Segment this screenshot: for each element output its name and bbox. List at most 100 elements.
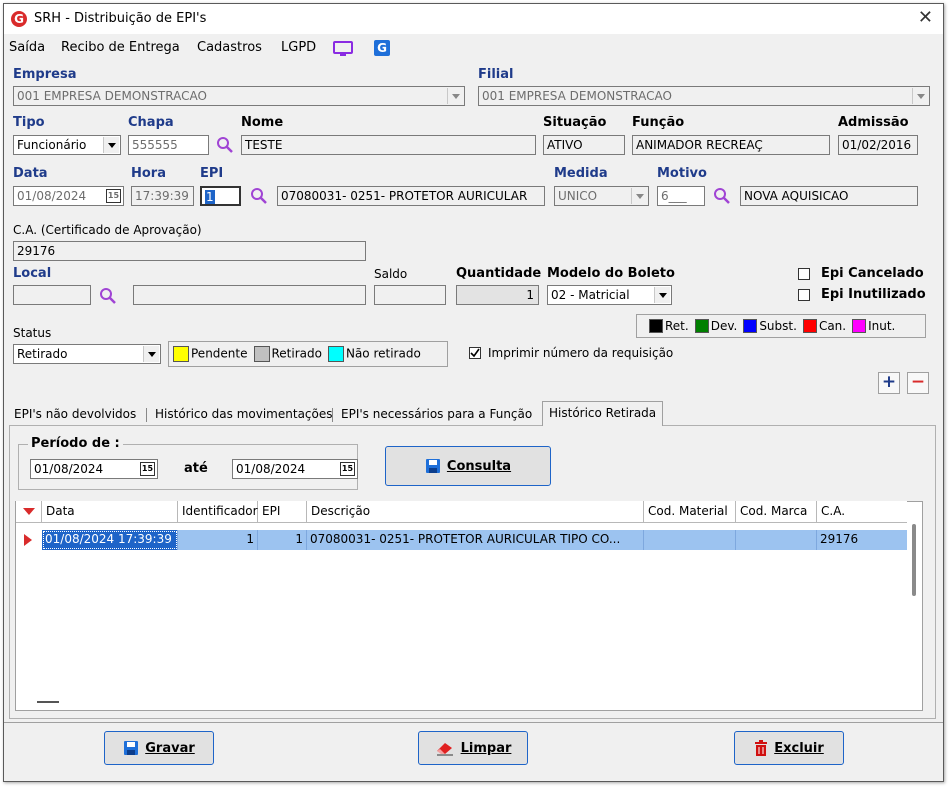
local-code-input[interactable] <box>13 285 91 305</box>
empresa-value: 001 EMPRESA DEMONSTRACAO <box>17 89 207 103</box>
col-header-cod-material[interactable]: Cod. Material <box>644 501 736 523</box>
tab-epis-necessarios-funcao[interactable]: EPI's necessários para a Função <box>337 404 536 426</box>
local-label: Local <box>13 266 52 281</box>
cell-epi[interactable]: 1 <box>258 530 307 550</box>
excluir-button[interactable]: Excluir <box>734 731 844 765</box>
filial-dropdown-icon[interactable] <box>912 88 928 104</box>
close-icon[interactable]: ✕ <box>918 7 933 28</box>
remove-icon[interactable]: − <box>907 372 929 394</box>
search-chapa-icon[interactable] <box>216 136 234 154</box>
tab-epis-nao-devolvidos[interactable]: EPI's não devolvidos <box>10 404 140 426</box>
col-header-ca[interactable]: C.A. <box>817 501 907 523</box>
empresa-select[interactable]: 001 EMPRESA DEMONSTRACAO <box>13 86 465 106</box>
tab-historico-movimentacoes[interactable]: Histórico das movimentações <box>151 404 337 426</box>
epi-input[interactable]: 1 <box>200 186 241 206</box>
grid-sort-indicator[interactable] <box>16 501 42 523</box>
row-pointer-icon <box>24 534 32 546</box>
legend-pendente-swatch <box>173 346 189 362</box>
add-icon[interactable]: + <box>878 372 900 394</box>
search-local-icon[interactable] <box>99 287 117 305</box>
col-header-data[interactable]: Data <box>42 501 178 523</box>
tab-historico-retirada[interactable]: Histórico Retirada <box>542 401 664 426</box>
legend-retirado-swatch <box>253 346 270 362</box>
tipo-value: Funcionário <box>17 138 87 152</box>
tipo-dropdown-icon[interactable] <box>103 137 119 153</box>
legend-ret-swatch <box>649 319 663 334</box>
ca-field: 29176 <box>13 241 366 261</box>
ate-label: até <box>184 461 208 476</box>
legend-ret: Ret. <box>649 319 689 334</box>
cell-identificador[interactable]: 1 <box>178 530 258 550</box>
hora-label: Hora <box>131 166 166 181</box>
legend-dev: Dev. <box>694 319 737 334</box>
epi-value: 1 <box>205 190 215 204</box>
legend-can-swatch <box>802 319 817 334</box>
search-motivo-icon[interactable] <box>713 187 731 205</box>
menu-recibo-entrega[interactable]: Recibo de Entrega <box>61 40 180 55</box>
filial-value: 001 EMPRESA DEMONSTRACAO <box>482 89 672 103</box>
imprimir-requisicao-checkbox[interactable] <box>469 347 481 359</box>
periodo-ate-input[interactable]: 01/08/2024 15 <box>232 459 358 479</box>
gravar-label: Gravar <box>145 740 195 756</box>
empresa-dropdown-icon[interactable] <box>447 88 463 104</box>
calendar-icon[interactable]: 15 <box>140 462 155 476</box>
cell-cod-material[interactable] <box>644 530 736 550</box>
legend-pendente: Pendente <box>173 346 248 362</box>
medida-dropdown-icon[interactable] <box>631 188 647 204</box>
status-value: Retirado <box>17 347 68 361</box>
modelo-boleto-dropdown-icon[interactable] <box>654 287 670 303</box>
status-dropdown-icon[interactable] <box>143 346 159 362</box>
col-header-descricao[interactable]: Descrição <box>307 501 644 523</box>
admissao-field: 01/02/2016 <box>838 135 918 155</box>
epi-cancelado-checkbox[interactable] <box>798 268 810 280</box>
cell-ca[interactable]: 29176 <box>817 530 907 550</box>
app-logo-icon: G <box>11 11 27 27</box>
cell-cod-marca[interactable] <box>736 530 817 550</box>
saldo-field <box>374 285 446 305</box>
medida-label: Medida <box>554 166 608 181</box>
col-header-cod-marca[interactable]: Cod. Marca <box>736 501 817 523</box>
app-shortcut-icon[interactable]: G <box>374 40 390 56</box>
modelo-boleto-select[interactable]: 02 - Matricial <box>547 285 672 305</box>
periodo-de-input[interactable]: 01/08/2024 15 <box>30 459 158 479</box>
filial-select[interactable]: 001 EMPRESA DEMONSTRACAO <box>478 86 930 106</box>
quantidade-input[interactable]: 1 <box>456 285 539 305</box>
legend-can: Can. <box>802 319 846 334</box>
col-header-epi[interactable]: EPI <box>258 501 307 523</box>
limpar-label: Limpar <box>460 740 512 756</box>
tipo-select[interactable]: Funcionário <box>13 135 121 155</box>
data-label: Data <box>13 166 48 181</box>
monitor-icon[interactable] <box>333 41 353 57</box>
col-header-identificador[interactable]: Identificador <box>178 501 258 523</box>
admissao-label: Admissão <box>838 115 909 130</box>
ca-label: C.A. (Certificado de Aprovação) <box>13 223 202 237</box>
chapa-input[interactable]: 555555 <box>128 135 209 155</box>
legend-subst: Subst. <box>743 319 797 334</box>
cell-data[interactable]: 01/08/2024 17:39:39 <box>42 530 178 550</box>
calendar-icon[interactable]: 15 <box>106 189 121 203</box>
legend-inut-swatch <box>852 319 867 334</box>
medida-select[interactable]: UNICO <box>554 186 649 206</box>
epi-inutilizado-checkbox[interactable] <box>798 289 810 301</box>
epi-label: EPI <box>200 166 224 181</box>
status-select[interactable]: Retirado <box>13 344 161 364</box>
cell-descricao[interactable]: 07080031- 0251- PROTETOR AURICULAR TIPO … <box>307 530 644 550</box>
modelo-boleto-label: Modelo do Boleto <box>547 266 675 281</box>
limpar-button[interactable]: Limpar <box>418 731 528 765</box>
legend-nao-retirado-swatch <box>327 346 344 362</box>
consulta-button[interactable]: Consulta <box>385 446 551 486</box>
calendar-icon[interactable]: 15 <box>340 462 355 476</box>
menu-cadastros[interactable]: Cadastros <box>197 40 262 55</box>
horizontal-scrollbar[interactable] <box>37 701 59 703</box>
legend-dev-swatch <box>694 319 709 334</box>
motivo-code-input[interactable]: 6___ <box>657 186 705 206</box>
menu-lgpd[interactable]: LGPD <box>281 40 316 55</box>
gravar-button[interactable]: Gravar <box>104 731 214 765</box>
vertical-scrollbar[interactable] <box>912 524 916 596</box>
data-input[interactable]: 01/08/2024 15 <box>13 186 124 206</box>
search-epi-icon[interactable] <box>250 187 268 205</box>
menu-saida[interactable]: Saída <box>9 40 45 55</box>
situacao-label: Situação <box>543 115 607 130</box>
checkmark-icon <box>470 348 480 358</box>
movement-type-legend: Ret. Dev. Subst. Can. Inut. <box>636 314 926 338</box>
